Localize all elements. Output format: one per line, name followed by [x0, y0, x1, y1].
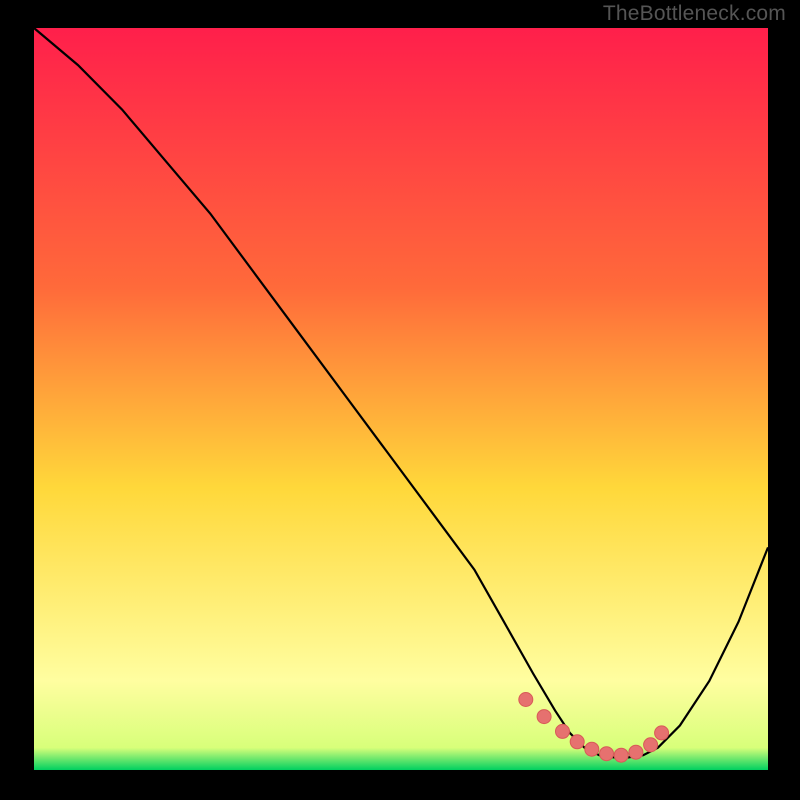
marker-dot: [537, 710, 551, 724]
chart-svg: [34, 28, 768, 770]
marker-dot: [644, 738, 658, 752]
chart-frame: TheBottleneck.com: [0, 0, 800, 800]
watermark-text: TheBottleneck.com: [603, 2, 786, 26]
marker-dot: [570, 735, 584, 749]
marker-dot: [629, 745, 643, 759]
marker-dot: [655, 726, 669, 740]
marker-dot: [614, 748, 628, 762]
marker-dot: [556, 724, 570, 738]
marker-dot: [585, 742, 599, 756]
chart-plot-area: [34, 28, 768, 770]
gradient-background: [34, 28, 768, 770]
marker-dot: [600, 747, 614, 761]
marker-dot: [519, 693, 533, 707]
